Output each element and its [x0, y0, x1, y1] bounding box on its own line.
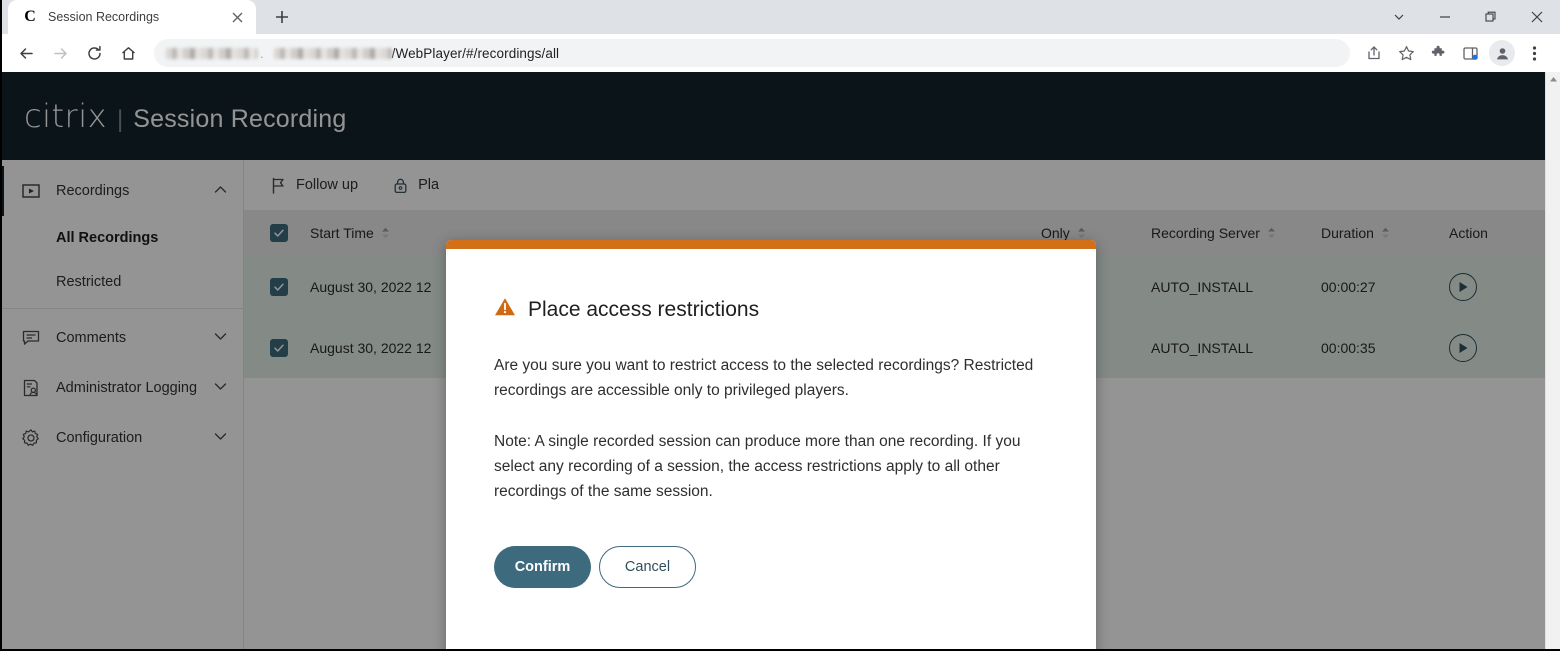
dialog-paragraph-1: Are you sure you want to restrict access…	[494, 357, 1034, 399]
share-icon[interactable]	[1358, 38, 1390, 68]
window-controls	[1376, 0, 1560, 34]
profile-avatar-icon[interactable]	[1489, 40, 1515, 66]
reload-icon[interactable]	[78, 38, 110, 68]
page-scrollbar[interactable]	[1545, 72, 1560, 651]
home-icon[interactable]	[112, 38, 144, 68]
browser-window: C Session Recordings . /WebPlayer/#/reco…	[0, 0, 1560, 651]
address-bar[interactable]: . /WebPlayer/#/recordings/all	[154, 39, 1350, 67]
dialog-actions: Confirm Cancel	[494, 546, 1048, 588]
toolbar-right-icons	[1358, 38, 1550, 68]
dialog-accent-bar	[446, 240, 1096, 249]
dialog-title-text: Place access restrictions	[528, 298, 760, 321]
chevron-down-icon[interactable]	[1376, 0, 1422, 34]
citrix-c-icon: C	[24, 8, 36, 25]
tab-strip: C Session Recordings	[0, 0, 1560, 34]
chrome-menu-icon[interactable]	[1518, 38, 1550, 68]
tab-session-recordings[interactable]: C Session Recordings	[8, 0, 256, 34]
close-window-icon[interactable]	[1514, 0, 1560, 34]
redacted-host-segment	[166, 47, 258, 59]
scroll-up-arrow-icon[interactable]	[1546, 72, 1560, 87]
extensions-puzzle-icon[interactable]	[1422, 38, 1454, 68]
page-viewport: citrix | Session Recording Search by hos…	[0, 72, 1560, 651]
back-icon[interactable]	[10, 38, 42, 68]
forward-icon[interactable]	[44, 38, 76, 68]
confirm-button[interactable]: Confirm	[494, 546, 591, 588]
window-left-edge	[0, 0, 2, 651]
address-path: /WebPlayer/#/recordings/all	[391, 45, 560, 61]
dialog-title: Place access restrictions	[494, 297, 1048, 323]
bookmark-star-icon[interactable]	[1390, 38, 1422, 68]
browser-toolbar: . /WebPlayer/#/recordings/all	[0, 34, 1560, 72]
warning-triangle-icon	[494, 297, 516, 323]
dialog-paragraph-2: Note: A single recorded session can prod…	[494, 433, 1021, 500]
web-app: citrix | Session Recording Search by hos…	[0, 72, 1545, 651]
close-icon[interactable]	[228, 8, 246, 26]
place-access-restrictions-dialog: Place access restrictions Are you sure y…	[446, 240, 1096, 651]
tab-title: Session Recordings	[48, 10, 160, 24]
side-panel-icon[interactable]	[1454, 38, 1486, 68]
cancel-button[interactable]: Cancel	[599, 546, 696, 588]
new-tab-button[interactable]	[268, 3, 296, 31]
redacted-domain-segment	[273, 47, 392, 59]
minimize-icon[interactable]	[1422, 0, 1468, 34]
restore-icon[interactable]	[1468, 0, 1514, 34]
